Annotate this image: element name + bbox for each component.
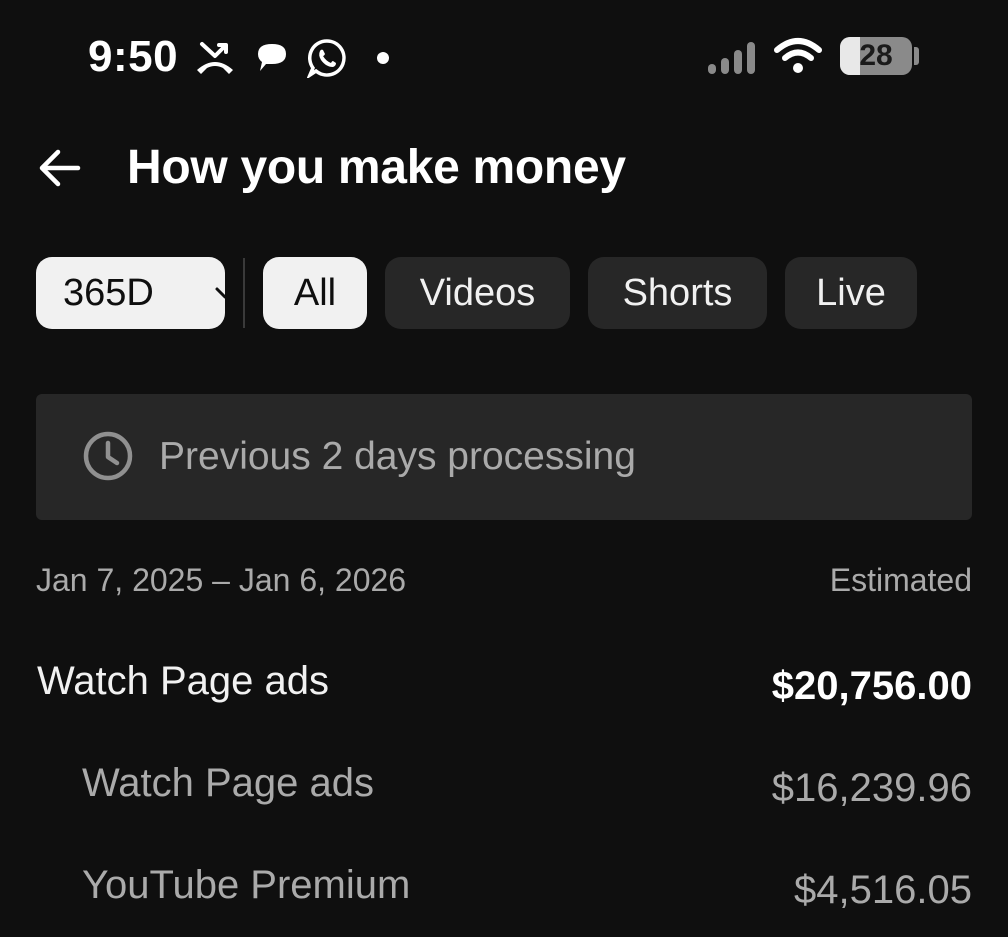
clock-icon <box>83 431 133 481</box>
page-title: How you make money <box>127 141 626 194</box>
estimated-label: Estimated <box>829 562 972 598</box>
signal-icon <box>706 40 758 76</box>
chat-bubble-icon <box>254 40 290 76</box>
chip-all[interactable]: All <box>263 257 367 329</box>
range-dropdown[interactable]: 365D <box>36 257 235 329</box>
breakdown-value: $16,239.96 <box>771 766 972 810</box>
range-label: 365D <box>63 272 154 314</box>
back-button[interactable] <box>34 140 90 196</box>
chip-divider <box>243 258 245 328</box>
breakdown-label: YouTube Premium <box>82 863 411 907</box>
wifi-icon <box>774 36 822 76</box>
status-bar: 9:50 28 <box>0 0 1008 110</box>
chip-videos[interactable]: Videos <box>385 257 570 329</box>
chevron-down-icon <box>215 287 235 299</box>
battery-level: 28 <box>859 39 893 72</box>
total-revenue-label: Watch Page ads <box>37 659 330 703</box>
processing-banner: Previous 2 days processing <box>36 394 972 520</box>
date-range: Jan 7, 2025 – Jan 6, 2026 <box>36 562 407 598</box>
chip-live[interactable]: Live <box>785 257 917 329</box>
notification-dot-icon <box>377 52 389 64</box>
breakdown-label: Watch Page ads <box>82 761 375 805</box>
missed-call-icon <box>194 40 236 76</box>
status-time: 9:50 <box>88 32 179 81</box>
battery-nub <box>914 47 919 65</box>
whatsapp-icon <box>307 38 347 78</box>
banner-text: Previous 2 days processing <box>159 435 636 478</box>
total-revenue-value: $20,756.00 <box>771 664 972 708</box>
chip-shorts[interactable]: Shorts <box>588 257 767 329</box>
arrow-left-icon <box>39 149 81 187</box>
breakdown-value: $4,516.05 <box>794 868 972 912</box>
battery-icon: 28 <box>840 37 912 75</box>
